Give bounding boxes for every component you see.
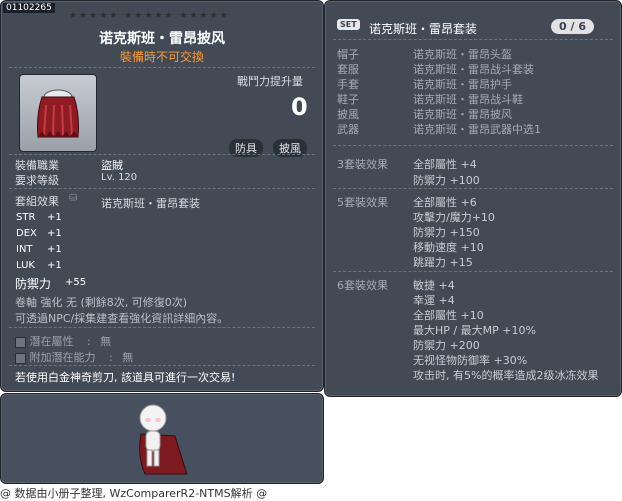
scroll-info: 卷軸 強化 无 (剩餘8次, 可修復0次) [15, 296, 188, 309]
set-piece-name: 诺克斯班・雷昂战斗鞋 [413, 93, 523, 106]
divider [333, 145, 613, 146]
set-effect-line: 防禦力 +100 [413, 174, 480, 187]
stat-value: +1 [47, 244, 62, 255]
set-badge: SET [337, 19, 360, 30]
level-label: 要求等級 [15, 174, 59, 187]
divider [9, 327, 315, 328]
divider [333, 188, 613, 189]
set-effect-line: 移動速度 +10 [413, 241, 484, 254]
set-effect-line: 全部屬性 +6 [413, 196, 477, 209]
item-icon-frame [19, 74, 97, 152]
power-value: 0 [291, 93, 308, 121]
set-name: 诺克斯班・雷昂套装 [101, 197, 200, 210]
set-piece-slot: 披風 [337, 108, 359, 121]
set-count: 0 / 6 [551, 19, 594, 34]
stat-name: INT [16, 244, 33, 255]
footer-credit: @ 数据由小册子整理, WzComparerR2-NTMS解析 @ [0, 487, 268, 500]
bonus-potential-label: 附加潛在能力 [29, 351, 96, 364]
stat-value: +1 [47, 260, 62, 271]
colon: : [109, 351, 113, 364]
potential-row: 潛在屬性 : 無 [15, 333, 111, 349]
set-effect-tier-label: 5套裝效果 [337, 196, 388, 209]
set-piece-slot: 套服 [337, 63, 359, 76]
defense-label: 防禦力 [15, 277, 52, 291]
set-piece-slot: 帽子 [337, 48, 359, 61]
set-effect-line: 攻擊力/魔力+10 [413, 211, 495, 224]
avatar-preview-panel [0, 393, 324, 484]
npc-info: 可透過NPC/採集建查看強化資訊詳細內容。 [15, 312, 229, 325]
set-effect-line: 攻击时, 有5%的概率造成2级冰冻效果 [413, 369, 599, 382]
lock-icon: ⛁ [69, 193, 78, 204]
set-tooltip-panel: SET 诺克斯班・雷昂套装 0 / 6 帽子 诺克斯班・雷昂头盔 套服 诺克斯班… [324, 0, 622, 397]
stat-name: DEX [16, 228, 37, 239]
stat-value: +1 [47, 212, 62, 223]
set-piece-name: 诺克斯班・雷昂战斗套装 [413, 63, 534, 76]
set-effect-line: 全部屬性 +4 [413, 158, 477, 171]
divider [9, 67, 315, 68]
divider [333, 271, 613, 272]
divider [9, 188, 315, 189]
divider [9, 365, 315, 366]
set-effect-line: 敏捷 +4 [413, 279, 455, 292]
item-id: 01102265 [3, 3, 55, 13]
set-piece-slot: 武器 [337, 123, 359, 136]
cape-icon [37, 89, 79, 138]
set-piece-name: 诺克斯班・雷昂头盔 [413, 48, 512, 61]
set-piece-name: 诺克斯班・雷昂武器中选1 [413, 123, 541, 136]
avatar-icon [139, 404, 188, 475]
star-force-stars: ★★★★★ ★★★★★ ★★★★★ [69, 11, 230, 21]
trade-restriction: 裝備時不可交換 [119, 50, 204, 64]
job-label: 裝備職業 [15, 159, 59, 172]
set-effect-label: 套組效果 [15, 195, 59, 208]
set-effect-tier-label: 6套裝效果 [337, 279, 388, 292]
set-effect-line: 最大HP / 最大MP +10% [413, 324, 536, 337]
set-title: 诺克斯班・雷昂套装 [369, 22, 478, 36]
defense-value: +55 [65, 277, 87, 288]
stat-name: STR [16, 212, 36, 223]
bonus-potential-row: 附加潛在能力 : 無 [15, 349, 133, 365]
item-name: 诺克斯班・雷昂披风 [99, 31, 225, 47]
set-effect-line: 无视怪物防御率 +30% [413, 354, 528, 367]
scissors-note: 若使用白金神奇剪刀, 該道具可進行一次交易! [15, 371, 236, 384]
set-effect-line: 幸運 +4 [413, 294, 455, 307]
bonus-potential-value: 無 [122, 351, 134, 364]
set-piece-name: 诺克斯班・雷昂护手 [413, 78, 512, 91]
bullet-icon [15, 336, 26, 348]
set-effect-line: 跳躍力 +15 [413, 256, 473, 269]
divider [333, 39, 613, 40]
job-value: 盜賊 [101, 159, 123, 172]
divider [9, 154, 315, 155]
power-label: 戰鬥力提升量 [237, 75, 303, 88]
set-effect-line: 防禦力 +150 [413, 226, 480, 239]
potential-label: 潛在屬性 [29, 335, 74, 348]
set-effect-line: 防禦力 +200 [413, 339, 480, 352]
level-value: Lv. 120 [101, 172, 138, 183]
set-effect-line: 全部屬性 +10 [413, 309, 484, 322]
set-piece-slot: 鞋子 [337, 93, 359, 106]
potential-value: 無 [100, 335, 112, 348]
stat-value: +1 [47, 228, 62, 239]
bullet-icon [15, 352, 26, 364]
stat-name: LUK [16, 260, 35, 271]
set-piece-slot: 手套 [337, 78, 359, 91]
item-tooltip-panel: 01102265 ★★★★★ ★★★★★ ★★★★★ 诺克斯班・雷昂披风 裝備時… [0, 0, 324, 392]
set-piece-name: 诺克斯班・雷昂披风 [413, 108, 512, 121]
colon: : [87, 335, 91, 348]
set-effect-tier-label: 3套裝效果 [337, 158, 388, 171]
